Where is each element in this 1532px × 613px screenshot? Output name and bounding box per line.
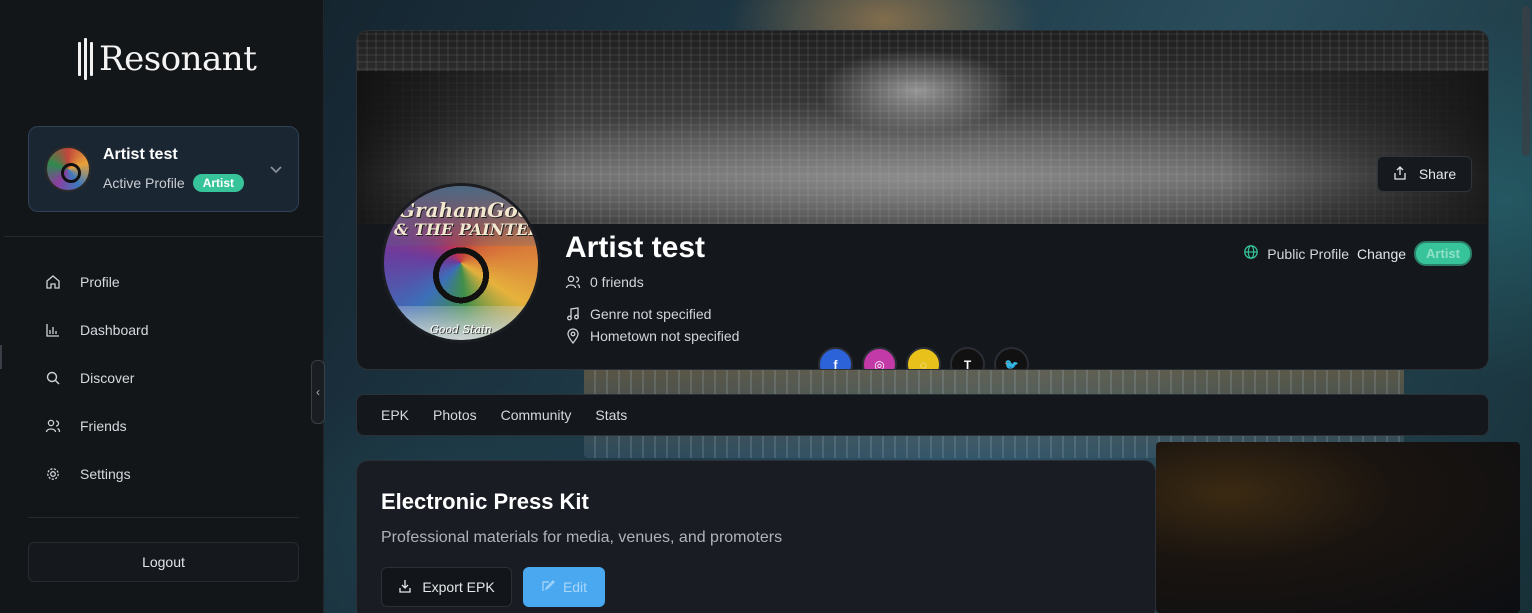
- gear-icon: [44, 465, 62, 483]
- home-icon: [44, 273, 62, 291]
- sidebar-item-label: Friends: [80, 418, 127, 434]
- social-links: f ◎ ◌ T 🐦: [818, 347, 1029, 369]
- avatar-text-line2: & THE PAINTERS: [394, 220, 541, 239]
- visibility-label: Public Profile: [1267, 245, 1349, 262]
- active-profile-switcher[interactable]: Artist test Active Profile Artist: [28, 126, 299, 212]
- bar-chart-icon: [44, 321, 62, 339]
- profile-name: Artist test: [103, 146, 178, 163]
- page-scrollbar[interactable]: [1522, 6, 1530, 156]
- logo-bars-icon: [78, 38, 93, 80]
- page-title: Artist test: [565, 231, 706, 264]
- role-badge: Artist: [192, 174, 245, 192]
- profile-status: Active Profile: [103, 175, 185, 191]
- tab-community[interactable]: Community: [501, 407, 572, 423]
- snapchat-icon[interactable]: ◌: [906, 347, 941, 369]
- tab-stats[interactable]: Stats: [595, 407, 627, 423]
- sidebar-collapse-button[interactable]: ‹: [311, 360, 325, 424]
- sidebar-item-label: Dashboard: [80, 322, 149, 338]
- epk-card: Electronic Press Kit Professional materi…: [356, 460, 1156, 613]
- share-label: Share: [1418, 166, 1457, 182]
- chevron-down-icon[interactable]: [270, 161, 282, 177]
- hometown-row: Hometown not specified: [565, 328, 739, 344]
- sidebar: Resonant Artist test Active Profile Arti…: [0, 0, 324, 613]
- globe-icon: [1243, 244, 1259, 263]
- users-icon: [44, 417, 62, 435]
- edit-epk-button[interactable]: Edit: [523, 567, 605, 607]
- sidebar-item-label: Settings: [80, 466, 131, 482]
- twitter-icon[interactable]: 🐦: [994, 347, 1029, 369]
- role-badge: Artist: [1414, 241, 1472, 266]
- instagram-icon[interactable]: ◎: [862, 347, 897, 369]
- map-pin-icon: [565, 328, 581, 344]
- profile-tabs: EPK Photos Community Stats: [356, 394, 1489, 436]
- download-icon: [398, 579, 412, 596]
- facebook-icon[interactable]: f: [818, 347, 853, 369]
- sidebar-nav: Profile Dashboard Discover Friends Setti…: [28, 258, 299, 498]
- avatar-text-line1: GrahamGood: [398, 198, 541, 222]
- background-thumbnail: [1156, 442, 1520, 613]
- divider: [28, 517, 299, 518]
- logout-button[interactable]: Logout: [28, 542, 299, 582]
- share-icon: [1393, 165, 1407, 183]
- friends-label: 0 friends: [590, 274, 644, 290]
- sidebar-item-friends[interactable]: Friends: [28, 402, 299, 450]
- sidebar-item-label: Profile: [80, 274, 120, 290]
- epk-subtitle: Professional materials for media, venues…: [381, 529, 783, 546]
- edit-icon: [541, 579, 555, 596]
- edit-label: Edit: [562, 579, 588, 595]
- music-note-icon: [565, 306, 581, 322]
- export-epk-button[interactable]: Export EPK: [381, 567, 512, 607]
- genre-row: Genre not specified: [565, 306, 711, 322]
- tab-photos[interactable]: Photos: [433, 407, 477, 423]
- divider: [4, 236, 324, 237]
- search-icon: [44, 369, 62, 387]
- sidebar-item-discover[interactable]: Discover: [28, 354, 299, 402]
- visibility-control: Public Profile Change Artist: [1243, 241, 1472, 266]
- change-visibility-button[interactable]: Change: [1357, 246, 1406, 262]
- chevron-left-icon: ‹: [316, 385, 320, 399]
- sidebar-item-dashboard[interactable]: Dashboard: [28, 306, 299, 354]
- share-button[interactable]: Share: [1377, 156, 1472, 192]
- profile-header: Share GrahamGood & THE PAINTERS Good Sta…: [356, 30, 1489, 370]
- users-icon: [565, 274, 581, 290]
- tab-epk[interactable]: EPK: [381, 407, 409, 423]
- brand-name: Resonant: [99, 39, 257, 79]
- friends-count[interactable]: 0 friends: [565, 274, 644, 290]
- export-label: Export EPK: [422, 579, 495, 595]
- epk-title: Electronic Press Kit: [381, 489, 589, 514]
- avatar: [45, 146, 91, 192]
- hometown-label: Hometown not specified: [590, 328, 740, 344]
- sidebar-item-settings[interactable]: Settings: [28, 450, 299, 498]
- window-edge-marker: [0, 345, 2, 369]
- brand-logo[interactable]: Resonant: [78, 36, 257, 82]
- profile-avatar[interactable]: GrahamGood & THE PAINTERS Good Stain: [381, 183, 541, 343]
- sidebar-item-profile[interactable]: Profile: [28, 258, 299, 306]
- tiktok-icon[interactable]: T: [950, 347, 985, 369]
- sidebar-item-label: Discover: [80, 370, 135, 386]
- avatar-text-line3: Good Stain: [430, 323, 492, 336]
- genre-label: Genre not specified: [590, 306, 712, 322]
